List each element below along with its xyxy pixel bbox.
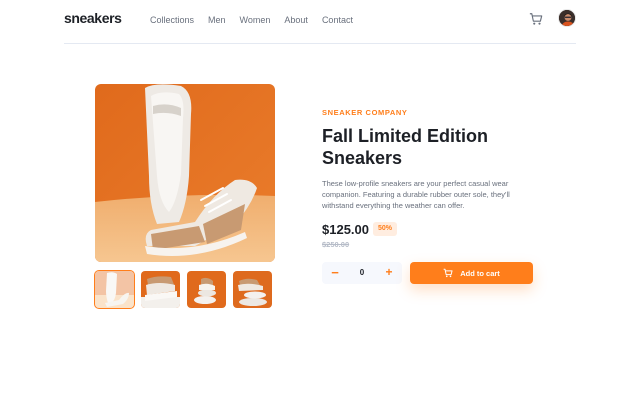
add-to-cart-button[interactable]: Add to cart [410, 262, 533, 284]
nav-link-women[interactable]: Women [240, 14, 271, 26]
nav-link-about[interactable]: About [284, 14, 308, 26]
thumbnail-image [187, 271, 226, 308]
user-avatar-image [559, 10, 575, 26]
thumbnail-strip [94, 270, 272, 309]
thumbnail-1[interactable] [94, 270, 135, 309]
thumbnail-image [95, 271, 134, 308]
decrease-quantity-button[interactable]: − [329, 266, 341, 280]
current-price: $125.00 [322, 222, 369, 237]
company-name: SNEAKER COMPANY [322, 108, 408, 117]
sneaker-photo [95, 84, 275, 262]
add-to-cart-label: Add to cart [460, 268, 500, 278]
discount-badge: 50% [373, 222, 398, 236]
cart-icon[interactable] [529, 12, 543, 26]
nav-link-men[interactable]: Men [208, 14, 226, 26]
product-main-image[interactable] [95, 84, 275, 262]
increase-quantity-button[interactable]: + [383, 266, 395, 280]
logo[interactable]: sneakers [64, 10, 122, 26]
thumbnail-4[interactable] [233, 271, 272, 308]
thumbnail-3[interactable] [187, 271, 226, 308]
original-price: $250.00 [322, 240, 350, 249]
thumbnail-image [233, 271, 272, 308]
thumbnail-2[interactable] [141, 271, 180, 308]
quantity-stepper: − 0 + [322, 262, 402, 284]
quantity-value: 0 [359, 268, 365, 277]
product-description: These low-profile sneakers are your perf… [322, 179, 510, 210]
nav-link-collections[interactable]: Collections [150, 14, 194, 26]
thumbnail-image [141, 271, 180, 308]
main-nav: Collections Men Women About Contact [150, 14, 367, 26]
product-title: Fall Limited Edition Sneakers [322, 126, 488, 168]
avatar[interactable] [558, 9, 576, 27]
site-header: sneakers Collections Men Women About Con… [64, 0, 576, 44]
nav-link-contact[interactable]: Contact [322, 14, 353, 26]
cart-icon [443, 268, 453, 278]
